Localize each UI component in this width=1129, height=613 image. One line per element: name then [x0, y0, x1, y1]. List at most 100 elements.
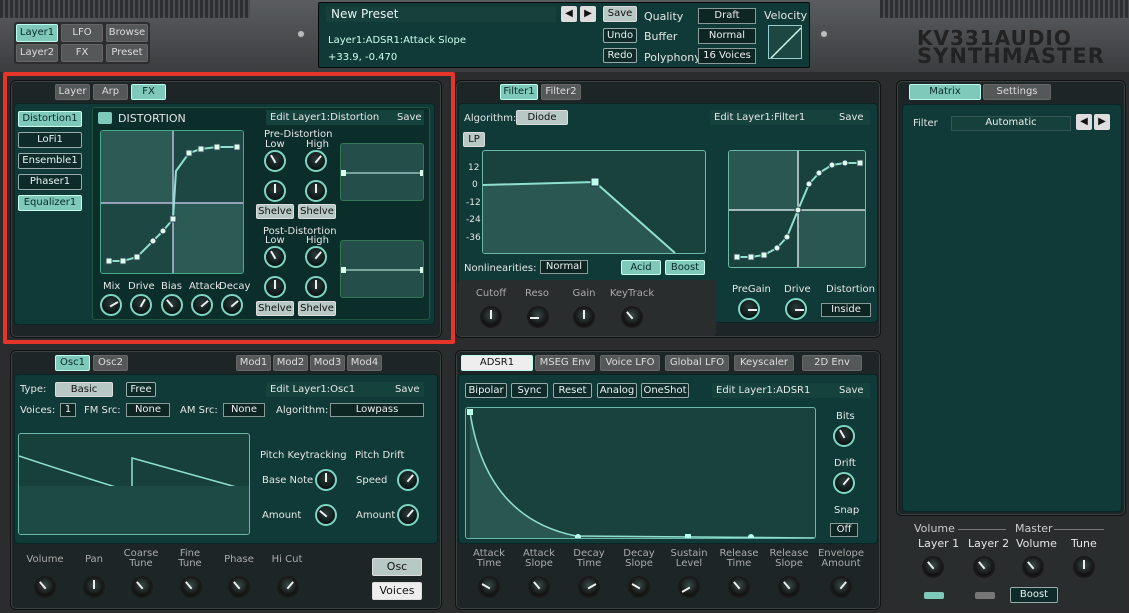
drift-amount-knob[interactable]: [397, 504, 419, 526]
osc-waveform-graph[interactable]: [18, 433, 250, 535]
matrix-next-button[interactable]: ▶: [1094, 114, 1110, 130]
nav-preset[interactable]: Preset: [106, 44, 148, 62]
envelope-amount-knob[interactable]: [830, 576, 852, 598]
nav-browse[interactable]: Browse: [106, 24, 148, 42]
nav-layer2[interactable]: Layer2: [16, 44, 58, 62]
tab-filter1[interactable]: Filter1: [500, 84, 538, 100]
osc-algorithm-select[interactable]: Lowpass: [330, 403, 424, 417]
osc-pan-knob[interactable]: [83, 576, 105, 598]
pregain-knob[interactable]: [738, 298, 760, 320]
tab-keyscaler[interactable]: Keyscaler: [734, 355, 794, 371]
envelope-graph[interactable]: [465, 407, 816, 539]
tab-osc2[interactable]: Osc2: [93, 355, 128, 371]
layer1-volume-knob[interactable]: [922, 556, 944, 578]
tab-mod1[interactable]: Mod1: [236, 355, 271, 371]
master-volume-knob[interactable]: [1022, 556, 1044, 578]
tab-mod4[interactable]: Mod4: [347, 355, 382, 371]
am-src-select[interactable]: None: [223, 403, 265, 417]
nav-layer1[interactable]: Layer1: [16, 24, 58, 42]
tab-osc1[interactable]: Osc1: [55, 355, 90, 371]
redo-button[interactable]: Redo: [603, 48, 637, 63]
filter-save-button[interactable]: Save: [839, 112, 864, 123]
velocity-curve[interactable]: [768, 25, 802, 59]
drift-speed-knob[interactable]: [397, 469, 419, 491]
decay-slope-knob[interactable]: [628, 576, 650, 598]
keytrack-amount-knob[interactable]: [315, 504, 337, 526]
osc-type-select[interactable]: Basic: [55, 382, 113, 397]
gain-knob[interactable]: [573, 306, 595, 328]
voices-field[interactable]: 1: [60, 403, 76, 417]
preset-save-button[interactable]: Save: [603, 6, 637, 22]
env-drift-knob[interactable]: [833, 472, 855, 494]
filter-response-graph[interactable]: [482, 150, 706, 254]
filter-distortion-mode[interactable]: Inside: [821, 303, 871, 317]
filter-distortion-graph[interactable]: [728, 150, 866, 268]
voices-view-button[interactable]: Voices: [372, 582, 422, 600]
fm-src-select[interactable]: None: [126, 403, 170, 417]
tab-settings[interactable]: Settings: [983, 84, 1051, 100]
tab-filter2[interactable]: Filter2: [541, 84, 581, 100]
master-boost-button[interactable]: Boost: [1010, 587, 1058, 603]
tab-mseg-env[interactable]: MSEG Env: [535, 355, 595, 371]
hi-cut-knob[interactable]: [277, 576, 299, 598]
snap-select[interactable]: Off: [830, 523, 858, 537]
matrix-prev-button[interactable]: ◀: [1076, 114, 1092, 130]
algorithm-select[interactable]: Diode: [516, 110, 568, 125]
tab-2d-env[interactable]: 2D Env: [802, 355, 862, 371]
fine-tune-knob[interactable]: [180, 576, 202, 598]
tab-matrix[interactable]: Matrix: [909, 84, 981, 100]
matrix-filter-select[interactable]: Automatic: [951, 116, 1071, 131]
nav-lfo[interactable]: LFO: [61, 24, 103, 42]
tab-adsr1[interactable]: ADSR1: [461, 355, 533, 371]
tab-mod3[interactable]: Mod3: [310, 355, 345, 371]
keytrack-knob[interactable]: [621, 306, 643, 328]
sync-button[interactable]: Sync: [511, 383, 548, 398]
decay-time-knob[interactable]: [578, 576, 600, 598]
bipolar-button[interactable]: Bipolar: [465, 383, 507, 398]
analog-button[interactable]: Analog: [597, 383, 637, 398]
preset-prev-button[interactable]: ◀: [561, 6, 577, 22]
boost-button[interactable]: Boost: [665, 260, 705, 275]
release-time-knob[interactable]: [728, 576, 750, 598]
velocity-line-icon: [770, 27, 802, 59]
attack-time-knob[interactable]: [478, 576, 500, 598]
buffer-select[interactable]: Normal: [698, 28, 756, 44]
osc-view-button[interactable]: Osc: [372, 558, 422, 576]
phase-knob[interactable]: [228, 576, 250, 598]
quality-select[interactable]: Draft: [698, 8, 756, 24]
layer2-active-led[interactable]: [975, 592, 995, 599]
cutoff-knob[interactable]: [480, 306, 502, 328]
reset-button[interactable]: Reset: [553, 383, 592, 398]
osc-waveform-svg: [19, 455, 249, 534]
tab-mod2[interactable]: Mod2: [273, 355, 308, 371]
undo-button[interactable]: Undo: [603, 28, 637, 43]
filter-mode-lp[interactable]: LP: [463, 132, 485, 147]
osc-volume-knob[interactable]: [34, 576, 56, 598]
layer2-volume-knob[interactable]: [973, 556, 995, 578]
filter-distortion-svg: [729, 151, 865, 267]
osc-save-button[interactable]: Save: [395, 384, 420, 395]
polyphony-select[interactable]: 16 Voices: [698, 48, 756, 64]
hi-cut-label: Hi Cut: [271, 554, 303, 565]
osc-free-button[interactable]: Free: [126, 382, 156, 397]
bits-knob[interactable]: [833, 425, 855, 447]
nonlinearities-select[interactable]: Normal: [540, 260, 588, 274]
reso-knob[interactable]: [527, 306, 549, 328]
attack-slope-knob[interactable]: [528, 576, 550, 598]
tab-voice-lfo[interactable]: Voice LFO: [600, 355, 660, 371]
preset-next-button[interactable]: ▶: [580, 6, 596, 22]
sustain-level-knob[interactable]: [678, 576, 700, 598]
preset-name-field[interactable]: New Preset: [326, 6, 556, 22]
tab-global-lfo[interactable]: Global LFO: [665, 355, 729, 371]
base-note-knob[interactable]: [315, 469, 337, 491]
master-tune-knob[interactable]: [1073, 556, 1095, 578]
filter-drive-knob[interactable]: [785, 298, 807, 320]
env-save-button[interactable]: Save: [839, 385, 864, 396]
layer1-active-led[interactable]: [924, 592, 944, 599]
acid-button[interactable]: Acid: [621, 260, 661, 275]
nav-fx[interactable]: FX: [61, 44, 103, 62]
release-slope-knob[interactable]: [778, 576, 800, 598]
polyphony-label: Polyphony: [644, 51, 701, 64]
coarse-tune-knob[interactable]: [131, 576, 153, 598]
oneshot-button[interactable]: OneShot: [641, 383, 689, 398]
